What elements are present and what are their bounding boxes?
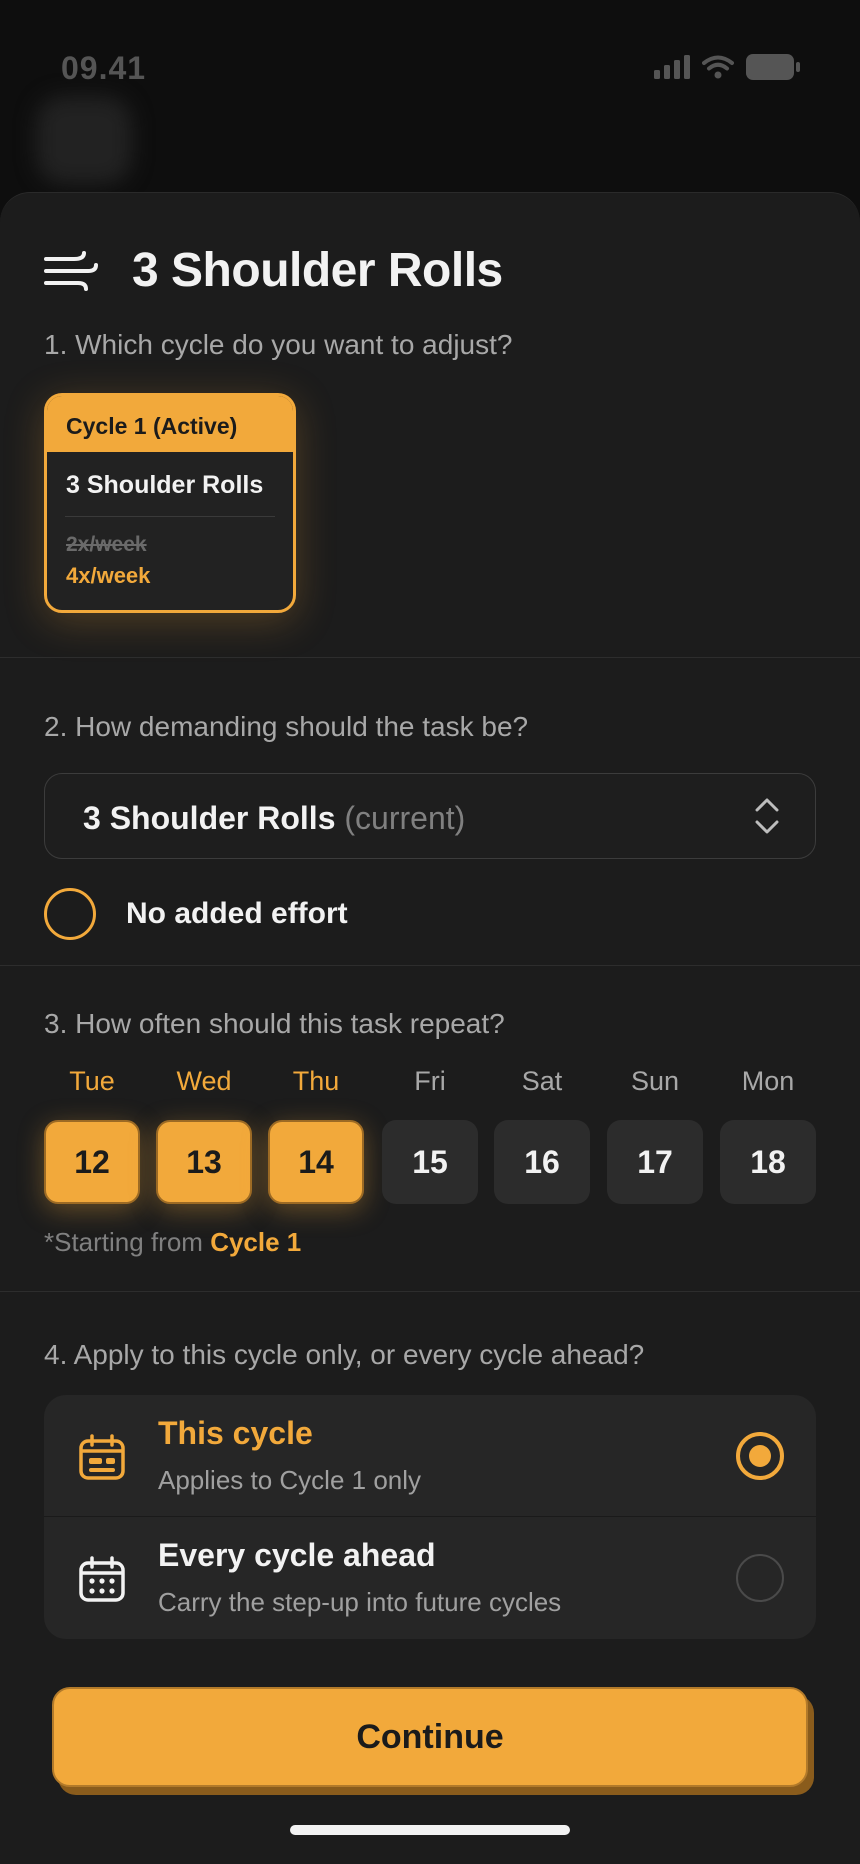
option-every-cycle[interactable]: Every cycle ahead Carry the step-up into…: [44, 1517, 816, 1639]
wind-lines-icon: [44, 250, 98, 291]
select-value-text: 3 Shoulder Rolls: [83, 800, 336, 836]
option-radio[interactable]: [736, 1554, 784, 1602]
day-number[interactable]: 14: [268, 1120, 364, 1204]
day-sun[interactable]: Sun 17: [607, 1066, 703, 1204]
day-number[interactable]: 17: [607, 1120, 703, 1204]
day-mon[interactable]: Mon 18: [720, 1066, 816, 1204]
chevron-updown-icon: [755, 798, 779, 834]
day-number[interactable]: 15: [382, 1120, 478, 1204]
question-1: 1. Which cycle do you want to adjust?: [44, 329, 513, 360]
cycle-card-header: Cycle 1 (Active): [47, 396, 293, 452]
status-time: 09.41: [61, 50, 147, 86]
select-value: 3 Shoulder Rolls (current): [83, 800, 465, 837]
option-radio-selected[interactable]: [736, 1432, 784, 1480]
background-blur: [36, 96, 132, 184]
starting-note: *Starting from Cycle 1: [44, 1227, 301, 1258]
question-2: 2. How demanding should the task be?: [44, 711, 529, 742]
wifi-icon: [702, 55, 734, 79]
calendar-card-icon: [79, 1434, 125, 1480]
cycle-card-active[interactable]: Cycle 1 (Active) 3 Shoulder Rolls 2x/wee…: [44, 393, 296, 613]
cycle-card-task: 3 Shoulder Rolls: [66, 471, 264, 499]
continue-button[interactable]: Continue: [52, 1687, 808, 1787]
day-number[interactable]: 12: [44, 1120, 140, 1204]
day-thu[interactable]: Thu 14: [268, 1066, 364, 1204]
no-added-effort-option[interactable]: No added effort: [44, 888, 348, 940]
effort-label: No added effort: [126, 897, 348, 930]
day-name: Sat: [521, 1066, 563, 1096]
day-sat[interactable]: Sat 16: [494, 1066, 590, 1204]
section-divider: [0, 657, 860, 658]
calendar-grid-icon: [79, 1556, 125, 1602]
signal-icon: [654, 55, 690, 79]
day-name: Thu: [292, 1066, 340, 1096]
day-name: Wed: [176, 1066, 232, 1096]
day-fri[interactable]: Fri 15: [382, 1066, 478, 1204]
option-title: Every cycle ahead: [158, 1537, 436, 1573]
demand-select[interactable]: 3 Shoulder Rolls (current): [44, 773, 816, 859]
section-divider: [0, 1291, 860, 1292]
day-wed[interactable]: Wed 13: [156, 1066, 252, 1204]
status-icons: [654, 54, 800, 80]
section-divider: [0, 965, 860, 966]
starting-cycle: Cycle 1: [210, 1227, 302, 1257]
effort-radio[interactable]: [44, 888, 96, 940]
battery-icon: [746, 54, 800, 80]
day-number[interactable]: 13: [156, 1120, 252, 1204]
day-number[interactable]: 16: [494, 1120, 590, 1204]
apply-options-card: This cycle Applies to Cycle 1 only Every…: [44, 1395, 816, 1639]
bottom-sheet: 3 Shoulder Rolls 1. Which cycle do you w…: [0, 192, 860, 1864]
question-3: 3. How often should this task repeat?: [44, 1008, 505, 1039]
option-subtitle: Carry the step-up into future cycles: [158, 1587, 562, 1617]
day-name: Sun: [630, 1066, 680, 1096]
option-subtitle: Applies to Cycle 1 only: [158, 1465, 422, 1495]
question-4: 4. Apply to this cycle only, or every cy…: [44, 1339, 645, 1370]
starting-prefix: *Starting from: [44, 1227, 203, 1257]
day-name: Mon: [741, 1066, 795, 1096]
sheet-header: 3 Shoulder Rolls: [44, 243, 503, 298]
option-title: This cycle: [158, 1415, 313, 1451]
home-indicator: [290, 1825, 570, 1835]
page-title: 3 Shoulder Rolls: [132, 244, 503, 297]
day-name: Fri: [414, 1066, 446, 1096]
old-frequency: 2x/week: [66, 533, 147, 556]
option-this-cycle[interactable]: This cycle Applies to Cycle 1 only: [44, 1395, 816, 1517]
day-number[interactable]: 18: [720, 1120, 816, 1204]
select-current-tag: (current): [344, 800, 466, 836]
day-tue[interactable]: Tue 12: [44, 1066, 140, 1204]
day-name: Tue: [69, 1066, 115, 1096]
new-frequency: 4x/week: [66, 563, 151, 588]
